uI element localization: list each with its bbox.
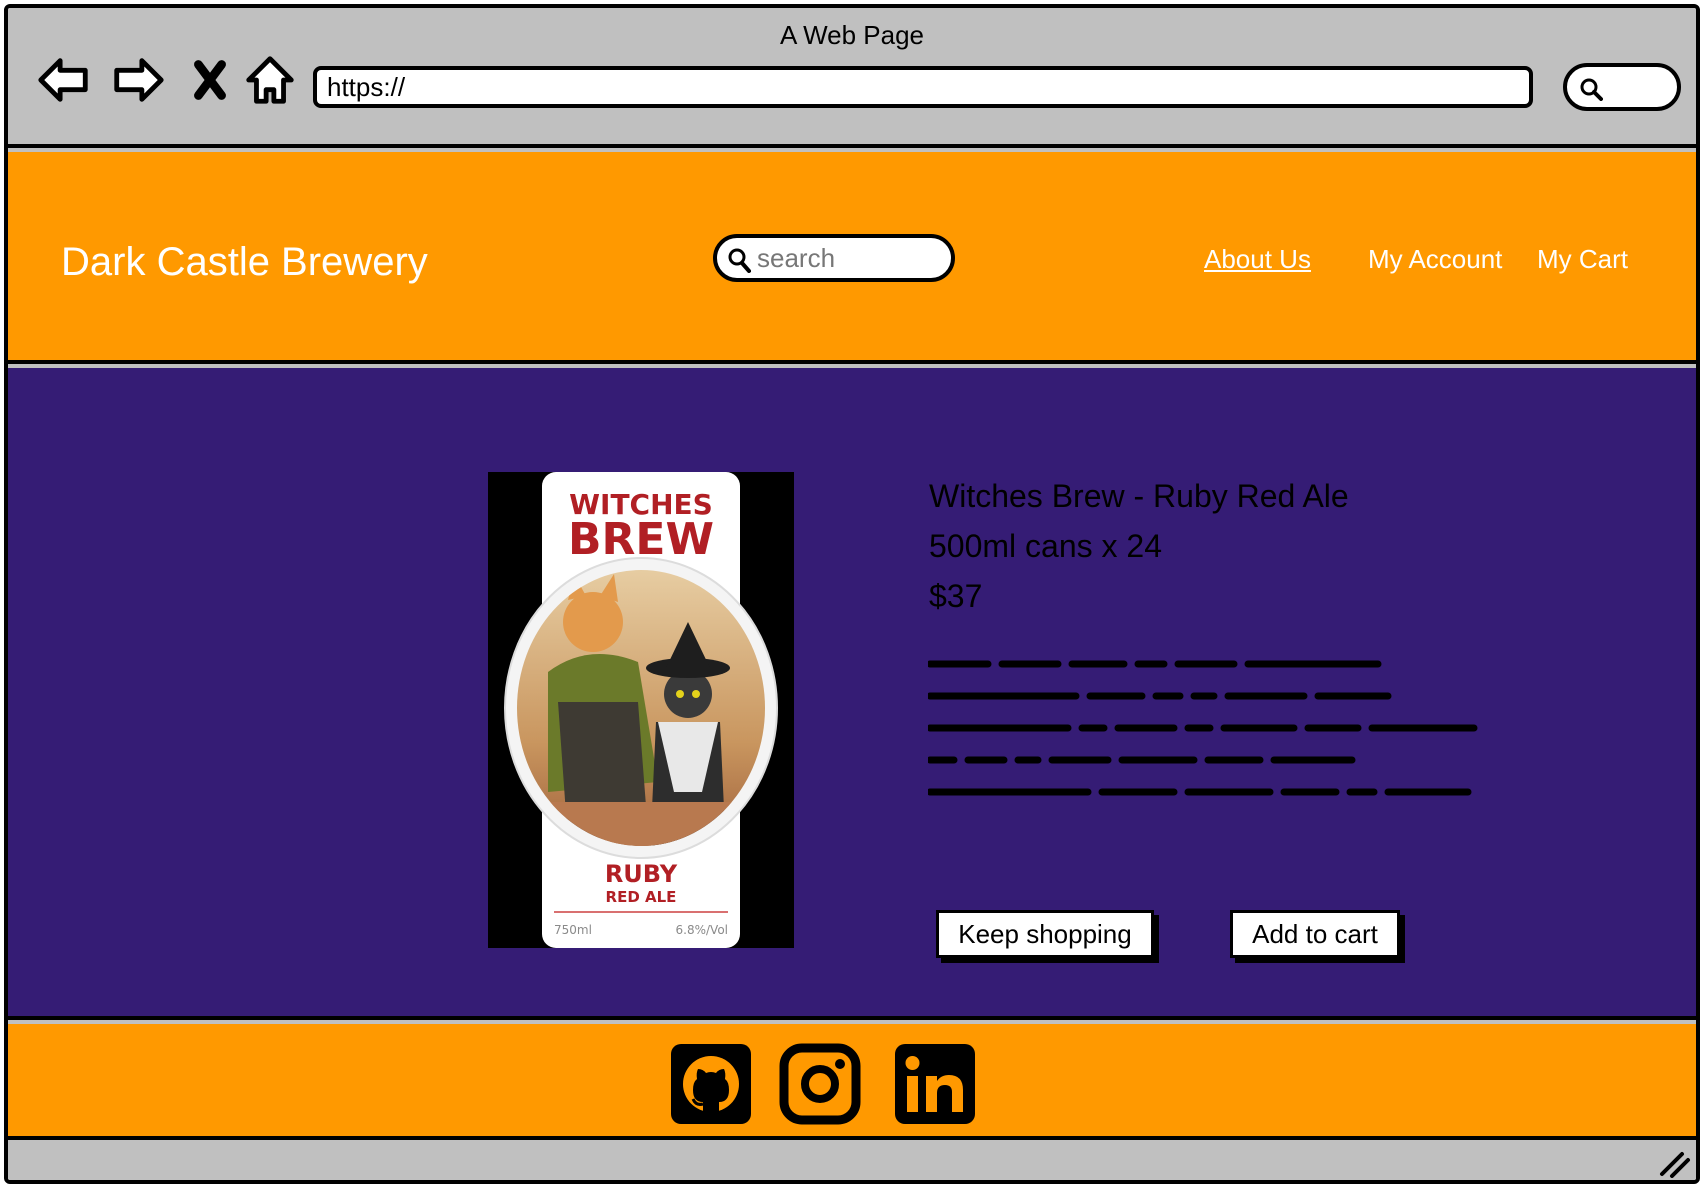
home-icon[interactable] — [240, 50, 300, 110]
search-icon — [728, 248, 751, 273]
browser-search-field[interactable] — [1563, 63, 1681, 111]
site-header: Dark Castle Brewery About Us My Account … — [8, 152, 1696, 364]
nav-link-my-account[interactable]: My Account — [1368, 244, 1502, 275]
label-text-line2: BREW — [568, 514, 714, 565]
url-bar[interactable]: https:// — [313, 66, 1533, 108]
browser-window: A Web Page https:// Dark Castle Brewery … — [4, 4, 1700, 1184]
site-search[interactable] — [713, 234, 955, 282]
resize-grip-icon[interactable] — [1656, 1148, 1692, 1178]
product-section: WITCHES BREW RUBY RED ALE 750ml 6.8%/Vol… — [8, 368, 1696, 1020]
product-image: WITCHES BREW RUBY RED ALE 750ml 6.8%/Vol — [488, 472, 794, 948]
product-size: 500ml cans x 24 — [929, 528, 1163, 564]
brand-logo-text[interactable]: Dark Castle Brewery — [61, 240, 428, 285]
window-title: A Web Page — [779, 20, 925, 50]
label-abv: 6.8%/Vol — [676, 923, 728, 937]
forward-arrow-icon[interactable] — [108, 50, 168, 110]
product-price: $37 — [929, 578, 983, 614]
instagram-icon[interactable] — [778, 1042, 862, 1126]
close-x-icon[interactable] — [180, 50, 240, 110]
browser-chrome: A Web Page https:// — [8, 8, 1696, 148]
nav-link-about-us[interactable]: About Us — [1204, 244, 1311, 275]
search-icon — [1580, 78, 1603, 101]
search-input[interactable] — [757, 242, 947, 274]
label-text-line4: RED ALE — [606, 888, 677, 906]
keep-shopping-button[interactable]: Keep shopping — [936, 910, 1154, 958]
add-to-cart-button[interactable]: Add to cart — [1230, 910, 1400, 958]
linkedin-icon[interactable] — [893, 1042, 977, 1126]
label-volume: 750ml — [554, 923, 592, 937]
product-description — [928, 648, 1488, 818]
site-footer — [8, 1024, 1696, 1140]
product-title: Witches Brew - Ruby Red Ale — [929, 478, 1349, 514]
github-icon[interactable] — [669, 1042, 753, 1126]
nav-link-my-cart[interactable]: My Cart — [1537, 244, 1628, 275]
label-text-line3: RUBY — [605, 860, 678, 888]
status-bar — [8, 1144, 1696, 1180]
scribble-placeholder-text — [928, 660, 1478, 796]
back-arrow-icon[interactable] — [34, 50, 94, 110]
